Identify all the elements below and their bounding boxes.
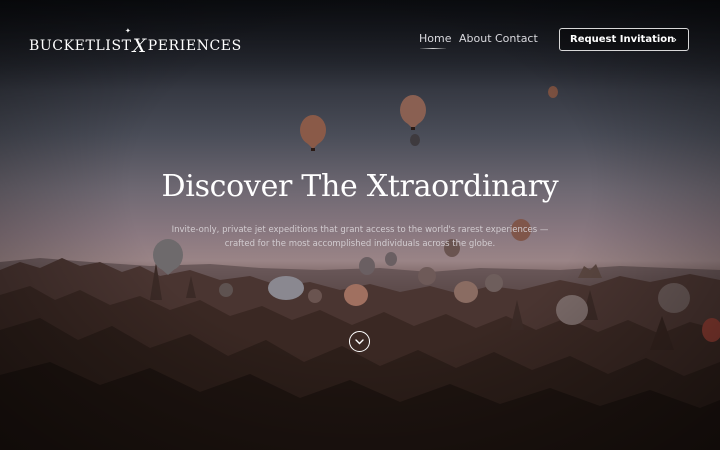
- request-invitation-label: Request Invitation: [570, 34, 675, 45]
- brand-logo[interactable]: BUCKETLIST X PERIENCES ✦: [29, 27, 242, 57]
- chevron-down-icon: [355, 338, 364, 344]
- nav-item-contact[interactable]: Contact: [495, 32, 538, 45]
- logo-x-mark: X: [132, 35, 147, 57]
- request-invitation-button[interactable]: Request Invitation ›: [559, 28, 689, 51]
- chevron-right-icon: ›: [672, 33, 677, 46]
- logo-text-start: BUCKETLIST: [29, 38, 132, 54]
- nav-active-indicator: [420, 48, 446, 49]
- hero-section: BUCKETLIST X PERIENCES ✦ Home About Cont…: [0, 0, 720, 450]
- nav-item-about[interactable]: About: [459, 32, 492, 45]
- logo-star-icon: ✦: [125, 27, 132, 35]
- nav-item-home[interactable]: Home: [419, 32, 451, 45]
- logo-text-end: PERIENCES: [147, 38, 242, 54]
- hero-headline: Discover The Xtraordinary: [161, 169, 559, 204]
- hero-subtext: Invite-only, private jet expeditions tha…: [171, 225, 549, 249]
- scroll-down-button[interactable]: [349, 331, 370, 352]
